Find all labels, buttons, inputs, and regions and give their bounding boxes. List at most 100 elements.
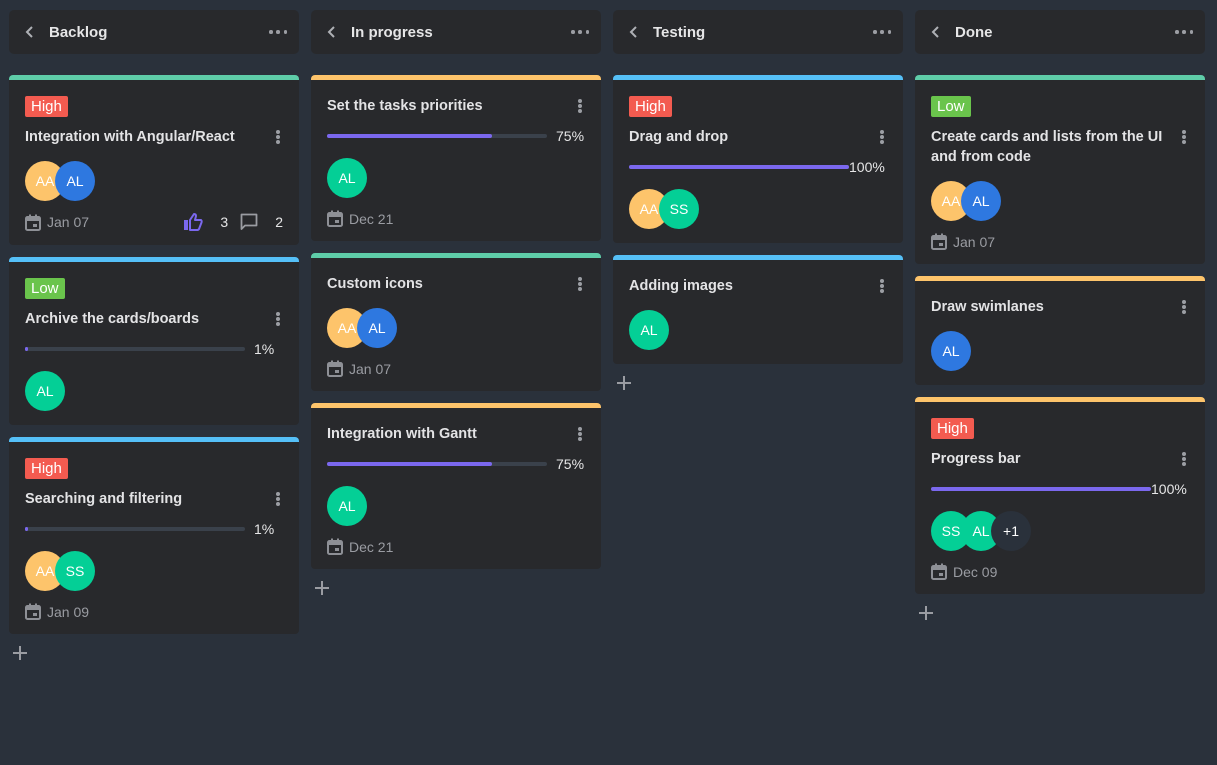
avatar[interactable]: AL <box>25 371 65 411</box>
progress-label: 100% <box>1151 481 1187 497</box>
card-title-row: Progress bar <box>931 449 1189 469</box>
column-header: Done <box>915 10 1205 54</box>
card-menu-icon[interactable] <box>877 128 887 146</box>
collapse-chevron-icon[interactable] <box>627 25 641 39</box>
column-header: Testing <box>613 10 903 54</box>
column-more-icon[interactable] <box>571 27 589 37</box>
add-card-button[interactable] <box>617 376 633 392</box>
task-card[interactable]: Custom icons AA AL Jan 07 <box>311 253 601 391</box>
task-card[interactable]: High Progress bar 100% SS AL +1 Dec 09 <box>915 397 1205 594</box>
card-menu-icon[interactable] <box>877 277 887 295</box>
calendar-icon <box>25 214 47 231</box>
due-date: Jan 07 <box>327 360 391 377</box>
avatar[interactable]: SS <box>659 189 699 229</box>
collapse-chevron-icon[interactable] <box>325 25 339 39</box>
card-footer: Jan 07 <box>931 233 1189 250</box>
card-title: Integration with Angular/React <box>25 129 235 145</box>
column-more-icon[interactable] <box>873 27 891 37</box>
card-title: Set the tasks priorities <box>327 98 483 114</box>
assignee-avatars: AA AL <box>931 181 1189 221</box>
task-card[interactable]: High Integration with Angular/React AA AL Ja… <box>9 75 299 245</box>
plus-icon <box>315 581 329 595</box>
due-date: Jan 07 <box>25 214 89 231</box>
assignee-avatars: AL <box>25 371 283 411</box>
task-card[interactable]: High Searching and filtering 1% AA SS Jan 09 <box>9 437 299 634</box>
task-card[interactable]: High Drag and drop 100% AA SS <box>613 75 903 243</box>
card-menu-icon[interactable] <box>273 128 283 146</box>
card-footer: Jan 07 3 2 <box>25 213 283 231</box>
collapse-chevron-icon[interactable] <box>23 25 37 39</box>
assignee-avatars: SS AL +1 <box>931 511 1189 551</box>
likes[interactable]: 3 <box>183 213 228 231</box>
column-header: In progress <box>311 10 601 54</box>
column-title: Done <box>955 23 993 41</box>
column-title: In progress <box>351 23 433 41</box>
card-list: Low Create cards and lists from the UI an… <box>915 75 1205 594</box>
card-title: Create cards and lists from the UI and f… <box>931 129 1163 165</box>
avatar[interactable]: AL <box>55 161 95 201</box>
progress-label: 75% <box>556 128 585 144</box>
progress-bar <box>327 134 547 138</box>
kanban-board: Backlog High Integration with Angular/Reac… <box>0 0 1217 765</box>
due-date-text: Jan 07 <box>953 233 996 250</box>
task-card[interactable]: Integration with Gantt 75% AL Dec 21 <box>311 403 601 569</box>
avatar[interactable]: AL <box>327 486 367 526</box>
add-card-button[interactable] <box>13 646 29 662</box>
column-title: Testing <box>653 23 706 41</box>
task-card[interactable]: Low Create cards and lists from the UI an… <box>915 75 1205 264</box>
card-menu-icon[interactable] <box>273 490 283 508</box>
assignee-avatars: AL <box>931 331 1189 371</box>
avatar[interactable]: AL <box>327 158 367 198</box>
plus-icon <box>919 606 933 620</box>
add-card-button[interactable] <box>315 581 331 597</box>
card-menu-icon[interactable] <box>575 97 585 115</box>
card-title-row: Adding images <box>629 276 887 296</box>
card-title: Searching and filtering <box>25 491 183 507</box>
comments[interactable]: 2 <box>240 213 283 231</box>
column-more-icon[interactable] <box>1175 27 1193 37</box>
progress-row: 75% <box>327 456 585 472</box>
task-card[interactable]: Adding images AL <box>613 255 903 364</box>
calendar-icon <box>327 360 349 377</box>
avatar[interactable]: AL <box>629 310 669 350</box>
priority-badge: High <box>629 96 672 117</box>
priority-badge: High <box>25 458 68 479</box>
progress-bar <box>327 462 547 466</box>
assignee-avatars: AL <box>629 310 887 350</box>
due-date: Dec 21 <box>327 538 393 555</box>
card-title-row: Create cards and lists from the UI and f… <box>931 127 1189 167</box>
task-card[interactable]: Draw swimlanes AL <box>915 276 1205 385</box>
more-assignees-badge[interactable]: +1 <box>991 511 1031 551</box>
avatar[interactable]: AL <box>357 308 397 348</box>
card-menu-icon[interactable] <box>575 275 585 293</box>
card-footer: Jan 07 <box>327 360 585 377</box>
calendar-icon <box>931 563 953 580</box>
task-card[interactable]: Low Archive the cards/boards 1% AL <box>9 257 299 425</box>
progress-label: 100% <box>849 159 885 175</box>
column-more-icon[interactable] <box>269 27 287 37</box>
card-list: High Integration with Angular/React AA AL Ja… <box>9 75 299 634</box>
assignee-avatars: AL <box>327 158 585 198</box>
card-menu-icon[interactable] <box>273 310 283 328</box>
card-title-row: Archive the cards/boards <box>25 309 283 329</box>
card-menu-icon[interactable] <box>1179 128 1189 146</box>
progress-row: 100% <box>629 159 887 175</box>
due-date-text: Jan 07 <box>349 360 392 377</box>
card-menu-icon[interactable] <box>1179 298 1189 316</box>
avatar[interactable]: AL <box>931 331 971 371</box>
collapse-chevron-icon[interactable] <box>929 25 943 39</box>
card-title: Custom icons <box>327 276 423 292</box>
card-title-row: Custom icons <box>327 274 585 294</box>
add-card-button[interactable] <box>919 606 935 622</box>
avatar[interactable]: SS <box>55 551 95 591</box>
card-title: Integration with Gantt <box>327 426 477 442</box>
progress-fill <box>25 347 29 351</box>
priority-badge: High <box>931 418 974 439</box>
card-menu-icon[interactable] <box>575 425 585 443</box>
avatar[interactable]: AL <box>961 181 1001 221</box>
calendar-icon <box>25 603 47 620</box>
card-menu-icon[interactable] <box>1179 450 1189 468</box>
task-card[interactable]: Set the tasks priorities 75% AL Dec 21 <box>311 75 601 241</box>
card-title-row: Integration with Angular/React <box>25 127 283 147</box>
assignee-avatars: AA SS <box>629 189 887 229</box>
